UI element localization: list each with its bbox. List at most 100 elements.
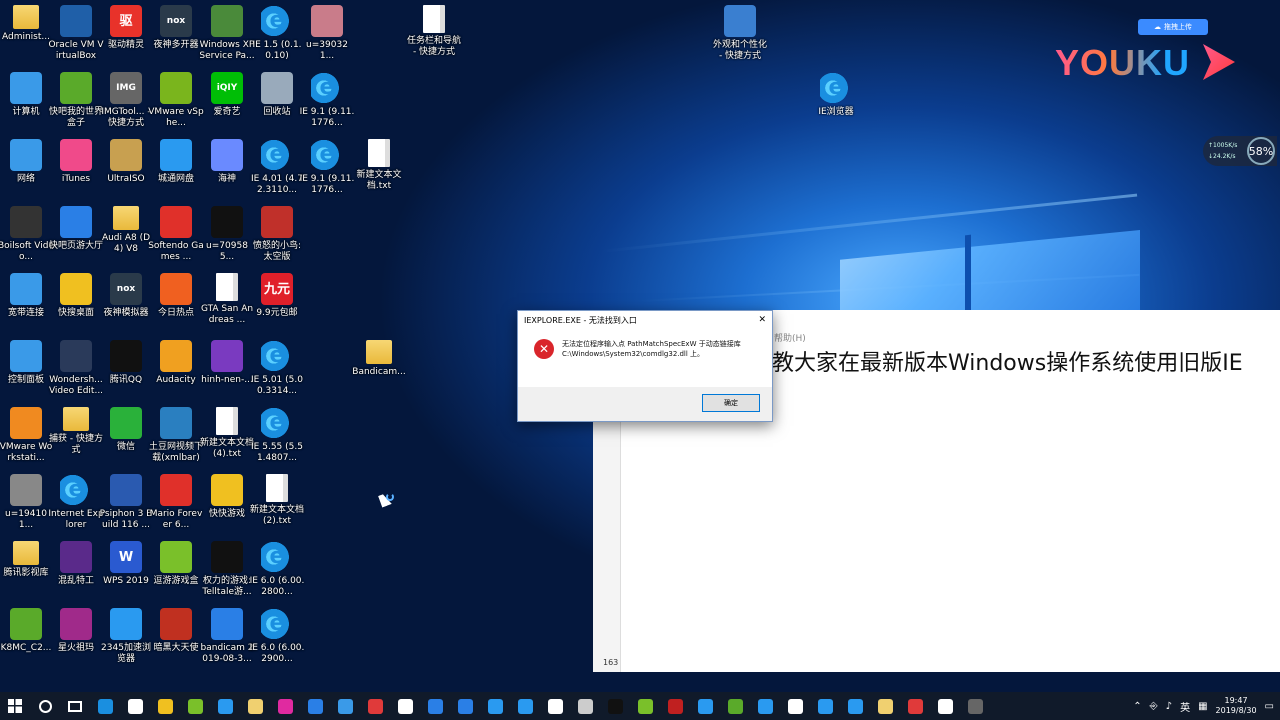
desktop-icon[interactable]: 新建文本文档.txt (353, 139, 405, 205)
volume-tray-icon[interactable]: ♪ (1166, 701, 1172, 712)
taskbar-app-button[interactable] (810, 692, 840, 720)
taskbar-app-button[interactable] (750, 692, 780, 720)
search-button[interactable] (30, 692, 60, 720)
desktop-icon[interactable]: e IE 9.1 (9.11.1776... (300, 139, 354, 205)
desktop-icon[interactable]: 快吧页游大厅 (49, 206, 103, 272)
desktop-icon[interactable]: 回收站 (251, 72, 303, 138)
ime-indicator[interactable]: 英 (1180, 699, 1190, 714)
desktop-icon[interactable]: 网络 (0, 139, 52, 205)
taskbar-app-button[interactable] (270, 692, 300, 720)
taskbar-app-button[interactable] (330, 692, 360, 720)
taskbar-app-button[interactable] (780, 692, 810, 720)
desktop-icon[interactable]: GTA San Andreas ... (201, 273, 253, 339)
start-button[interactable] (0, 692, 30, 720)
taskbar-app-button[interactable] (870, 692, 900, 720)
desktop-icon[interactable]: 城通网盘 (150, 139, 202, 205)
desktop-icon[interactable]: iQIY 爱奇艺 (201, 72, 253, 138)
taskbar-app-button[interactable] (960, 692, 990, 720)
desktop-icon[interactable]: u=390321... (301, 5, 353, 71)
desktop-icon[interactable]: e IE浏览器 (810, 72, 862, 138)
desktop-icon[interactable]: 土豆网视频下载(xmlbar) (149, 407, 203, 473)
taskbar-app-button[interactable] (300, 692, 330, 720)
desktop-icon[interactable]: Boilsoft Video... (0, 206, 54, 272)
taskbar-app-button[interactable] (540, 692, 570, 720)
taskbar-app-button[interactable] (900, 692, 930, 720)
desktop-icon[interactable]: e IE 6.0 (6.00.2800... (250, 541, 304, 607)
desktop-icon[interactable]: iTunes (50, 139, 102, 205)
network-tray-icon[interactable]: ⎆ (1150, 701, 1158, 712)
desktop-icon[interactable]: 暗黑大天使 (150, 608, 202, 674)
taskbar-app-button[interactable] (480, 692, 510, 720)
taskbar-app-button[interactable] (510, 692, 540, 720)
desktop-icon[interactable]: e IE 5.01 (5.00.3314... (251, 340, 303, 406)
desktop-icon[interactable]: 混乱特工 (50, 541, 102, 607)
desktop-icon[interactable]: Audacity (150, 340, 202, 406)
desktop-icon[interactable]: e IE 1.5 (0.1.0.10) (251, 5, 303, 71)
desktop-icon[interactable]: Wondersh... Video Edit... (49, 340, 103, 406)
desktop-icon[interactable]: bandicam 2019-08-3... (201, 608, 253, 674)
taskbar-app-button[interactable] (390, 692, 420, 720)
desktop-icon[interactable]: 控制面板 (0, 340, 52, 406)
close-icon[interactable]: ✕ (758, 315, 766, 325)
desktop-icon[interactable]: 捕获 - 快捷方式 (49, 407, 103, 473)
desktop-icon[interactable]: 星火祖玛 (50, 608, 102, 674)
desktop-icon[interactable]: 快吧我的世界盒子 (49, 72, 103, 138)
desktop-icon[interactable]: e IE 9.1 (9.11.1776... (300, 72, 354, 138)
desktop-icon[interactable]: 新建文本文档(4).txt (200, 407, 254, 473)
ime-grid-icon[interactable]: ▦ (1198, 701, 1207, 712)
desktop-icon[interactable]: 海神 (201, 139, 253, 205)
desktop-icon[interactable]: 愤怒的小鸟:太空版 (251, 206, 303, 272)
desktop-icon[interactable]: 外观和个性化 - 快捷方式 (710, 5, 770, 71)
taskbar-app-button[interactable] (840, 692, 870, 720)
desktop-icon[interactable]: Audi A8 (D4) V8 (100, 206, 152, 272)
desktop-icon[interactable]: Windows XP Service Pa... (199, 5, 255, 71)
task-view-button[interactable] (60, 692, 90, 720)
desktop-icon[interactable]: 腾讯影视库 (0, 541, 52, 607)
background-menu-help[interactable]: 帮助(H) (774, 331, 806, 344)
desktop-icon[interactable]: Mario Forever 6... (150, 474, 202, 540)
desktop-icon[interactable]: u=709585... (201, 206, 253, 272)
desktop-icon[interactable]: Oracle VM VirtualBox (48, 5, 104, 71)
taskbar-app-button[interactable] (690, 692, 720, 720)
desktop-icon[interactable]: VMware vSphe... (148, 72, 204, 138)
desktop-icon[interactable]: VMware Workstati... (0, 407, 52, 473)
desktop-icon[interactable]: 九元 9.9元包邮 (251, 273, 303, 339)
taskbar-app-button[interactable] (450, 692, 480, 720)
desktop-icon[interactable]: IMG IMGTool... - 快捷方式 (100, 72, 152, 138)
desktop-icon[interactable]: Administ... (0, 5, 52, 71)
desktop-icon[interactable]: 计算机 (0, 72, 52, 138)
desktop-icon[interactable]: 微信 (100, 407, 152, 473)
desktop-icon[interactable]: K8MC_C2... (0, 608, 52, 674)
desktop-icon[interactable]: W WPS 2019 (100, 541, 152, 607)
desktop-icon[interactable]: hinh-nen-... (201, 340, 253, 406)
desktop-icon[interactable]: e IE 6.0 (6.00.2900... (250, 608, 304, 674)
taskbar-app-button[interactable] (720, 692, 750, 720)
desktop-icon[interactable]: e Internet Explorer (48, 474, 104, 540)
tray-chevron-icon[interactable]: ⌃ (1133, 701, 1141, 712)
network-speed-widget[interactable]: ↑1005K/s ↓24.2K/s 58% (1203, 136, 1277, 166)
desktop-icon[interactable]: nox 夜神多开器 (150, 5, 202, 71)
desktop-icon[interactable]: 快搜桌面 (50, 273, 102, 339)
desktop-icon[interactable]: nox 夜神模拟器 (100, 273, 152, 339)
desktop-icon[interactable]: e IE 5.55 (5.51.4807... (251, 407, 303, 473)
taskbar-app-button[interactable] (420, 692, 450, 720)
taskbar-app-button[interactable] (600, 692, 630, 720)
desktop-icon[interactable]: e IE 4.01 (4.72.3110... (251, 139, 303, 205)
taskbar-app-button[interactable] (660, 692, 690, 720)
desktop-icon[interactable]: 宽带连接 (0, 273, 52, 339)
desktop-icon[interactable]: 腾讯QQ (100, 340, 152, 406)
desktop-icon[interactable]: 驱驱动精灵 (100, 5, 152, 71)
taskbar-app-button[interactable] (360, 692, 390, 720)
notification-icon[interactable]: ▭ (1265, 701, 1274, 712)
desktop-icon[interactable]: 今日热点 (150, 273, 202, 339)
desktop-icon[interactable]: 逗游游戏盒 (150, 541, 202, 607)
taskbar-app-button[interactable] (120, 692, 150, 720)
ok-button[interactable]: 确定 (702, 394, 760, 412)
desktop-icon[interactable]: 权力的游戏: Telltale游... (201, 541, 253, 607)
desktop-icon[interactable]: UltraISO (100, 139, 152, 205)
taskbar-app-button[interactable] (210, 692, 240, 720)
desktop-icon[interactable]: Bandicam... (352, 340, 406, 406)
clock[interactable]: 19:47 2019/8/30 (1216, 696, 1257, 716)
taskbar-app-button[interactable] (90, 692, 120, 720)
desktop-icon[interactable]: 2345加速浏览器 (100, 608, 152, 674)
